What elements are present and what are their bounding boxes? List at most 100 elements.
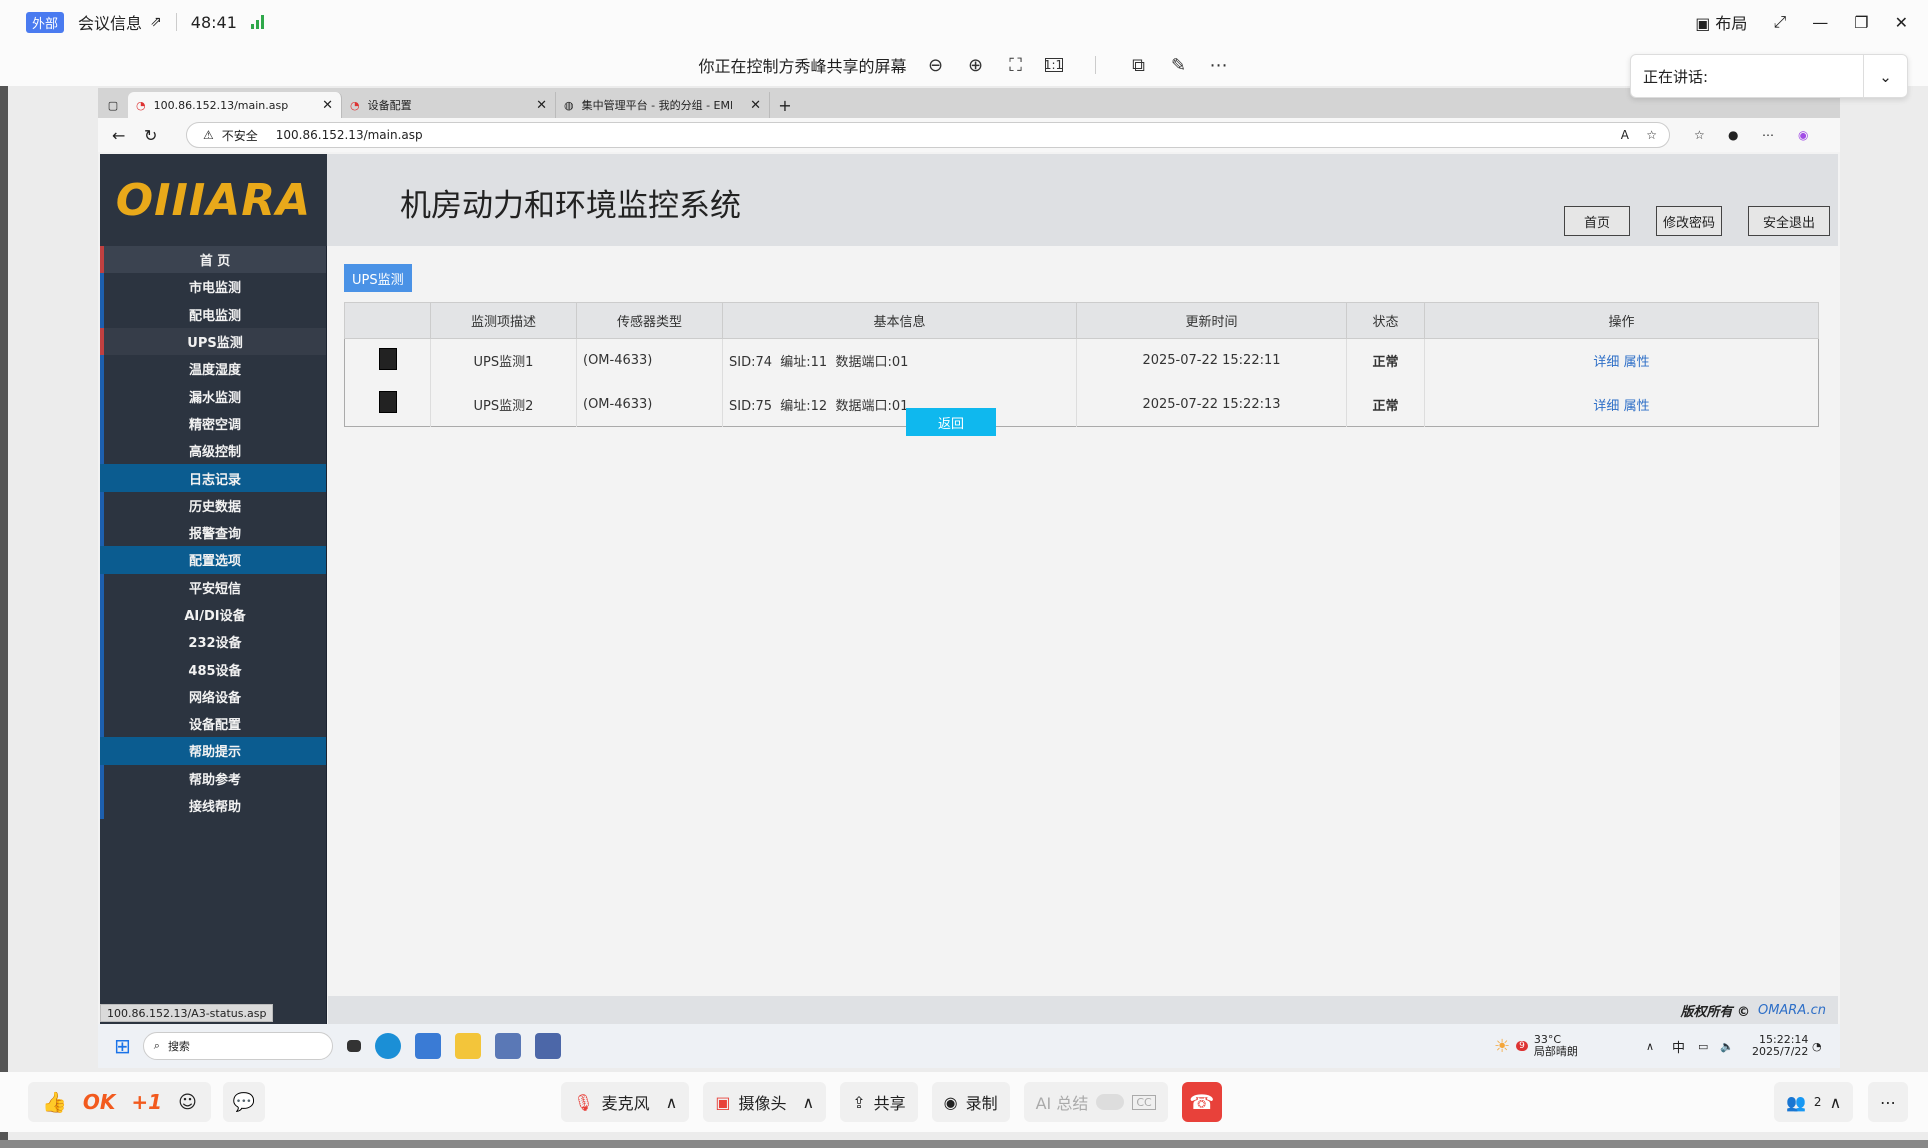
- close-icon[interactable]: ✕: [1895, 13, 1908, 32]
- sidebar-item-17[interactable]: 设备配置: [100, 710, 326, 738]
- menu-more-icon[interactable]: ⋯: [1762, 128, 1774, 142]
- fullscreen-icon[interactable]: ⤢: [1773, 12, 1786, 32]
- sidebar-item-10[interactable]: 报警查询: [100, 518, 326, 547]
- restore-icon[interactable]: ❐: [1854, 13, 1868, 32]
- address-bar[interactable]: ⚠ 不安全 100.86.152.13/main.asp A ☆: [186, 122, 1670, 148]
- chevron-down-icon[interactable]: ⌄: [1863, 55, 1907, 99]
- annotate-icon[interactable]: ✎: [1168, 54, 1190, 76]
- participants-button[interactable]: 👥 2 ∧: [1774, 1082, 1854, 1122]
- actual-size-icon[interactable]: 1:1: [1044, 58, 1063, 72]
- windows-start-icon[interactable]: ⊞: [114, 1034, 131, 1058]
- tab-device-config[interactable]: ◔ 设备配置 ✕: [342, 92, 556, 118]
- clock[interactable]: 15:22:14 2025/7/22: [1752, 1034, 1808, 1058]
- attribute-link[interactable]: 属性: [1624, 355, 1650, 370]
- folder-icon[interactable]: [454, 1033, 481, 1059]
- popout-icon[interactable]: ⧉: [1128, 54, 1150, 76]
- sidebar-item-12[interactable]: 平安短信: [100, 573, 326, 601]
- home-button[interactable]: 首页: [1564, 206, 1630, 236]
- back-icon[interactable]: ←: [112, 126, 125, 145]
- ai-summary-button[interactable]: AI 总结 CC: [1023, 1082, 1168, 1122]
- notification-icon[interactable]: ◔: [1812, 1040, 1822, 1053]
- tab-emdf[interactable]: ◍ 集中管理平台 - 我的分组 - EMDF ✕: [556, 92, 770, 118]
- tab-close-icon[interactable]: ✕: [536, 98, 547, 113]
- tray-chevron-icon[interactable]: ∧: [1646, 1040, 1654, 1053]
- favorite-star-icon[interactable]: ☆: [1646, 128, 1657, 142]
- remote-app-icon[interactable]: [534, 1033, 561, 1059]
- change-password-button[interactable]: 修改密码: [1656, 206, 1722, 236]
- sidebar-item-13[interactable]: AI/DI设备: [100, 600, 326, 629]
- new-tab-icon[interactable]: +: [770, 92, 800, 118]
- sidebar-item-16[interactable]: 网络设备: [100, 682, 326, 711]
- reactions-group: 👍 OK +1 ☺: [28, 1082, 211, 1122]
- share-link-icon[interactable]: ⇗: [150, 14, 162, 30]
- bird-app-icon[interactable]: [414, 1033, 441, 1059]
- chat-button[interactable]: 💬: [222, 1082, 266, 1122]
- sidebar-item-20[interactable]: 接线帮助: [100, 791, 326, 820]
- detail-link[interactable]: 详细: [1593, 355, 1619, 370]
- sidebar-item-3[interactable]: UPS监测: [100, 327, 326, 356]
- fit-screen-icon[interactable]: ⛶: [1005, 54, 1027, 76]
- minimize-icon[interactable]: —: [1812, 13, 1828, 32]
- network-icon[interactable]: ▭: [1698, 1040, 1708, 1053]
- sidebar-item-11[interactable]: 配置选项: [100, 546, 326, 574]
- sidebar-item-5[interactable]: 漏水监测: [100, 382, 326, 410]
- attribute-link[interactable]: 属性: [1624, 399, 1650, 414]
- tab-actions-icon[interactable]: ▢: [98, 92, 128, 118]
- sidebar-item-15[interactable]: 485设备: [100, 655, 326, 683]
- hang-up-button[interactable]: ☎: [1181, 1082, 1222, 1122]
- emoji-icon[interactable]: ☺: [178, 1092, 197, 1113]
- sidebar-item-4[interactable]: 温度湿度: [100, 355, 326, 383]
- tab-close-icon[interactable]: ✕: [322, 98, 333, 113]
- sidebar-item-14[interactable]: 232设备: [100, 628, 326, 656]
- footer-link[interactable]: OMARA.cn: [1758, 1003, 1826, 1018]
- sidebar-item-7[interactable]: 高级控制: [100, 437, 326, 465]
- sidebar-item-6[interactable]: 精密空调: [100, 409, 326, 438]
- sidebar-item-8[interactable]: 日志记录: [100, 464, 326, 492]
- tab-main[interactable]: ◔ 100.86.152.13/main.asp ✕: [128, 92, 342, 118]
- thumbs-up-icon[interactable]: 👍: [42, 1090, 67, 1114]
- ime-indicator[interactable]: 中: [1672, 1037, 1685, 1056]
- network-app-icon[interactable]: [494, 1033, 521, 1059]
- refresh-icon[interactable]: ↻: [144, 126, 157, 145]
- profile-icon[interactable]: ●: [1728, 128, 1738, 142]
- read-aloud-icon[interactable]: A: [1621, 128, 1629, 142]
- sidebar-item-19[interactable]: 帮助参考: [100, 764, 326, 792]
- record-button[interactable]: ◉ 录制: [931, 1082, 1010, 1122]
- share-button[interactable]: ⇪ 共享: [840, 1082, 918, 1122]
- layout-button[interactable]: ▣ 布局: [1695, 10, 1747, 34]
- sidebar-item-0[interactable]: 首 页: [100, 246, 326, 274]
- cell-desc: UPS监测2: [430, 382, 577, 427]
- logout-button[interactable]: 安全退出: [1748, 206, 1830, 236]
- copilot-icon[interactable]: ◉: [1798, 128, 1808, 142]
- mic-options-chevron-icon[interactable]: ∧: [666, 1093, 678, 1112]
- cell-status: 正常: [1346, 382, 1425, 427]
- more-options-button[interactable]: ⋯: [1868, 1082, 1908, 1122]
- sidebar-item-2[interactable]: 配电监测: [100, 300, 326, 328]
- more-icon[interactable]: ⋯: [1208, 54, 1230, 76]
- camera-button[interactable]: ▣ 摄像头 ∧: [703, 1082, 827, 1122]
- back-button[interactable]: 返回: [906, 408, 996, 436]
- detail-link[interactable]: 详细: [1593, 399, 1619, 414]
- zoom-in-icon[interactable]: ⊕: [965, 54, 987, 76]
- participants-chevron-icon[interactable]: ∧: [1830, 1093, 1842, 1112]
- task-view-icon[interactable]: [346, 1040, 361, 1052]
- camera-options-chevron-icon[interactable]: ∧: [802, 1093, 814, 1112]
- tab-close-icon[interactable]: ✕: [750, 98, 761, 113]
- zoom-out-icon[interactable]: ⊖: [925, 54, 947, 76]
- mic-button[interactable]: 🎙 麦克风 ∧: [561, 1082, 690, 1122]
- share-notice: 你正在控制方秀峰共享的屏幕: [698, 57, 907, 76]
- taskbar-search[interactable]: ⌕ 搜索: [142, 1032, 333, 1060]
- sidebar-item-1[interactable]: 市电监测: [100, 273, 326, 301]
- meeting-info-button[interactable]: 会议信息: [78, 10, 142, 34]
- favorites-icon[interactable]: ☆: [1694, 128, 1705, 142]
- edge-icon[interactable]: [374, 1033, 401, 1059]
- mic-label: 麦克风: [601, 1094, 650, 1113]
- weather-widget[interactable]: ☀ 9 33°C 局部晴朗: [1494, 1034, 1578, 1058]
- captions-icon[interactable]: CC: [1132, 1094, 1156, 1110]
- sidebar-item-9[interactable]: 历史数据: [100, 491, 326, 519]
- sidebar-item-18[interactable]: 帮助提示: [100, 737, 326, 765]
- ai-toggle[interactable]: [1096, 1094, 1125, 1110]
- ok-reaction[interactable]: OK: [83, 1090, 116, 1114]
- plus-one-reaction[interactable]: +1: [131, 1090, 162, 1114]
- volume-icon[interactable]: 🔈: [1720, 1040, 1734, 1053]
